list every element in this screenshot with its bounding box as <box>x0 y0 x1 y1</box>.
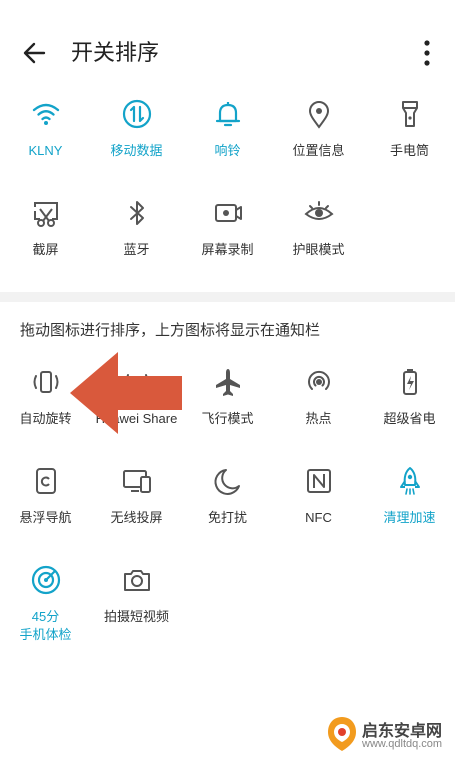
airplane-icon <box>215 369 240 396</box>
phone-checkup-icon <box>31 565 60 595</box>
tile-label: NFC <box>305 510 332 525</box>
tile-label: 45分 <box>31 609 60 624</box>
rocket-icon <box>399 467 420 495</box>
tile-other-11[interactable]: 拍摄短视频 <box>91 564 182 626</box>
nfc-icon <box>306 469 331 493</box>
watermark: 启东安卓网 www.qdltdq.com <box>325 713 455 757</box>
tile-label: 飞行模式 <box>201 411 254 426</box>
camera-icon <box>123 570 150 591</box>
annotation-arrow-icon <box>70 352 182 434</box>
tile-other-4[interactable]: 超级省电 <box>364 366 455 428</box>
tile-label: 清理加速 <box>383 510 436 525</box>
tile-other-9[interactable]: 清理加速 <box>364 465 455 527</box>
tile-label: 热点 <box>305 411 332 426</box>
tile-other-5[interactable]: 悬浮导航 <box>0 465 91 527</box>
tile-other-6[interactable]: 无线投屏 <box>91 465 182 527</box>
tile-label: 超级省电 <box>383 411 436 426</box>
watermark-url: www.qdltdq.com <box>362 738 443 750</box>
tile-label-secondary: 手机体检 <box>19 627 72 642</box>
wireless-projection-icon <box>122 470 151 493</box>
tile-label: 拍摄短视频 <box>103 609 169 624</box>
tile-other-2[interactable]: 飞行模式 <box>182 366 273 428</box>
other-tiles-grid: 自动旋转 Huawei Share 飞行模式 热点 超级省电 悬浮导航 无线投屏 免打扰 NFC… <box>0 0 455 757</box>
floating-nav-icon <box>35 468 56 494</box>
tile-label: 悬浮导航 <box>19 510 72 525</box>
tile-label: 免打扰 <box>207 510 247 525</box>
watermark-logo-icon <box>328 717 356 751</box>
auto-rotate-icon <box>33 371 58 393</box>
tile-other-10[interactable]: 45分手机体检 <box>0 564 91 644</box>
tile-other-7[interactable]: 免打扰 <box>182 465 273 527</box>
tile-other-8[interactable]: NFC <box>273 465 364 527</box>
tile-label: 无线投屏 <box>110 510 163 525</box>
tile-other-3[interactable]: 热点 <box>273 366 364 428</box>
moon-icon <box>214 469 240 495</box>
hotspot-icon <box>307 370 330 390</box>
battery-saver-icon <box>402 369 417 395</box>
